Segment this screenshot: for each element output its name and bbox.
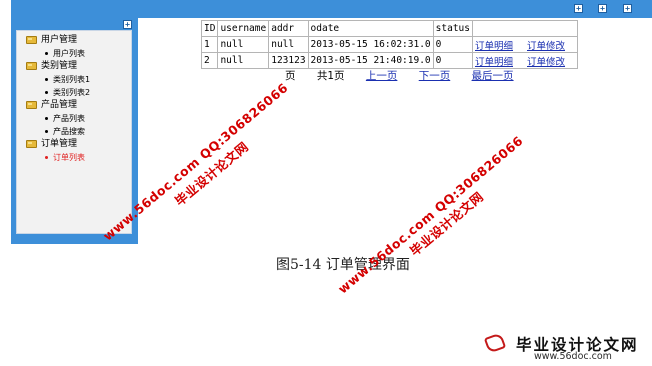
cell-odate: 2013-05-15 21:40:19.0	[307, 52, 434, 69]
order-edit-link[interactable]: 订单修改	[527, 41, 565, 52]
orders-table: ID username addr odate status 1 null nul…	[200, 20, 578, 69]
sidebar-group-order[interactable]: 订单管理	[26, 138, 90, 151]
cell-odate: 2013-05-15 16:02:31.0	[307, 36, 434, 53]
expand-icon[interactable]: +	[623, 4, 632, 13]
last-page-link[interactable]: 最后一页	[472, 70, 514, 82]
actions-header	[471, 20, 578, 37]
cell-status: 0	[432, 52, 473, 69]
table-header-row: ID username addr odate status	[200, 20, 578, 37]
table-row: 1 null null 2013-05-15 16:02:31.0 0 订单明细…	[200, 36, 578, 53]
table-row: 2 null 123123 2013-05-15 21:40:19.0 0 订单…	[200, 52, 578, 69]
cell-addr: 123123	[268, 52, 309, 69]
group-label: 类别管理	[41, 61, 78, 71]
prev-page-link[interactable]: 上一页	[366, 70, 398, 82]
expand-icon[interactable]: +	[574, 4, 583, 13]
sidebar-group-product[interactable]: 产品管理	[26, 99, 90, 112]
site-logo: 毕业设计论文网 www.56doc.com	[483, 330, 652, 366]
cell-username: null	[217, 52, 270, 69]
group-label: 用户管理	[41, 35, 78, 45]
order-detail-link[interactable]: 订单明细	[475, 57, 513, 68]
current-page-text: 页	[285, 70, 296, 82]
cell-id: 2	[200, 52, 219, 69]
folder-icon	[26, 140, 37, 148]
sidebar-group-user[interactable]: 用户管理	[26, 34, 90, 47]
folder-icon	[26, 62, 37, 70]
sidebar-item-category-list-2[interactable]: 类别列表2	[26, 86, 90, 99]
cell-id: 1	[200, 36, 219, 53]
folder-icon	[26, 101, 37, 109]
column-header: addr	[268, 20, 309, 37]
cell-username: null	[217, 36, 270, 53]
column-header: status	[432, 20, 473, 37]
cell-actions: 订单明细 订单修改	[471, 52, 578, 69]
column-header: username	[217, 20, 270, 37]
logo-url: www.56doc.com	[534, 351, 612, 362]
folder-icon	[26, 36, 37, 44]
next-page-link[interactable]: 下一页	[419, 70, 451, 82]
sidebar-item-order-list[interactable]: 订单列表	[26, 151, 90, 164]
group-label: 订单管理	[41, 139, 78, 149]
watermark: www.56doc.com QQ:306826066	[335, 132, 526, 297]
sidebar-item-category-list-1[interactable]: 类别列表1	[26, 73, 90, 86]
top-bar: + + +	[11, 0, 652, 18]
order-edit-link[interactable]: 订单修改	[527, 57, 565, 68]
pagination: 页 共1页 上一页 下一页 最后一页	[285, 68, 532, 83]
column-header: odate	[307, 20, 434, 37]
sidebar-item-product-search[interactable]: 产品搜索	[26, 125, 90, 138]
cell-status: 0	[432, 36, 473, 53]
sidebar-menu: 用户管理 用户列表 类别管理 类别列表1 类别列表2 产品管理 产品列表 产品搜…	[26, 34, 90, 164]
logo-icon	[483, 332, 507, 354]
sidebar-item-user-list[interactable]: 用户列表	[26, 47, 90, 60]
expand-icon[interactable]: +	[598, 4, 607, 13]
column-header: ID	[200, 20, 219, 37]
collapse-icon[interactable]: +	[123, 20, 132, 29]
sidebar-item-product-list[interactable]: 产品列表	[26, 112, 90, 125]
group-label: 产品管理	[41, 100, 78, 110]
cell-actions: 订单明细 订单修改	[471, 36, 578, 53]
total-pages-text: 共1页	[316, 70, 345, 82]
cell-addr: null	[268, 36, 309, 53]
sidebar-group-category[interactable]: 类别管理	[26, 60, 90, 73]
order-detail-link[interactable]: 订单明细	[475, 41, 513, 52]
